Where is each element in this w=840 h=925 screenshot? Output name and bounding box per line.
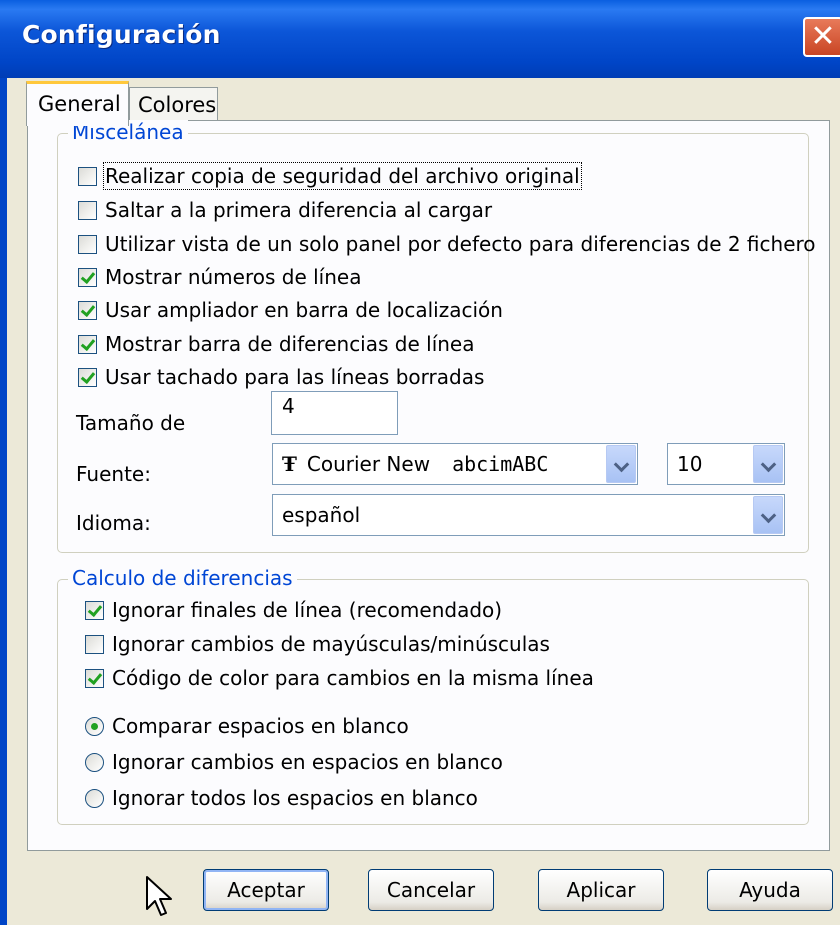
checkbox-ignore-eol[interactable]: Ignorar finales de línea (recomendado) [85, 598, 502, 622]
checkbox-strikethrough[interactable]: Usar tachado para las líneas borradas [78, 365, 484, 389]
radio-button[interactable] [85, 716, 104, 736]
diff-group-title: Calculo de diferencias [68, 566, 297, 590]
checkbox-box[interactable] [78, 166, 97, 186]
chevron-down-icon[interactable] [606, 445, 636, 483]
checkbox-magnifier[interactable]: Usar ampliador en barra de localización [78, 298, 503, 322]
radio-label: Ignorar todos los espacios en blanco [112, 786, 478, 810]
checkbox-label: Ignorar finales de línea (recomendado) [112, 598, 503, 622]
title-bar[interactable]: Configuración ✕ [0, 0, 840, 78]
font-label: Fuente: [76, 462, 151, 486]
radio-button[interactable] [85, 788, 104, 808]
checkbox-box[interactable] [78, 234, 97, 254]
diff-group: Calculo de diferencias Ignorar finales d… [57, 566, 809, 825]
language-label: Idioma: [76, 511, 151, 535]
checkbox-box[interactable] [78, 334, 97, 354]
close-button[interactable]: ✕ [803, 17, 840, 57]
radio-button[interactable] [85, 752, 104, 772]
checkbox-box[interactable] [78, 267, 97, 287]
tab-panel-general: Miscelánea Realizar copia de seguridad d… [27, 120, 830, 851]
settings-dialog: Configuración ✕ General Colores Miscelán… [0, 0, 840, 925]
checkbox-label: Utilizar vista de un solo panel por defe… [105, 232, 816, 256]
checkbox-box[interactable] [85, 600, 104, 620]
radio-ignore-all-whitespace[interactable]: Ignorar todos los espacios en blanco [85, 786, 478, 810]
ok-button[interactable]: Aceptar [203, 869, 329, 911]
font-sample: abcimABC [452, 452, 549, 476]
checkbox-label: Usar ampliador en barra de localización [105, 298, 503, 322]
checkbox-label: Saltar a la primera diferencia al cargar [105, 198, 493, 222]
misc-group: Miscelánea Realizar copia de seguridad d… [57, 120, 816, 553]
chevron-down-icon[interactable] [753, 445, 783, 483]
checkbox-label: Mostrar barra de diferencias de línea [105, 332, 475, 356]
tab-label: General [38, 92, 121, 116]
chevron-down-icon[interactable] [753, 496, 783, 534]
checkbox-label: Ignorar cambios de mayúsculas/minúsculas [112, 632, 550, 656]
cancel-button[interactable]: Cancelar [368, 869, 494, 911]
tab-size-label: Tamaño de [76, 411, 186, 435]
checkbox-box[interactable] [85, 668, 104, 688]
checkbox-box[interactable] [78, 300, 97, 320]
checkbox-ignore-case[interactable]: Ignorar cambios de mayúsculas/minúsculas [85, 632, 550, 656]
language-value: español [282, 503, 361, 527]
checkbox-line-numbers[interactable]: Mostrar números de línea [78, 265, 361, 289]
font-size-select[interactable]: 10 [667, 443, 785, 485]
checkbox-box[interactable] [78, 200, 97, 220]
checkbox-single-pane[interactable]: Utilizar vista de un solo panel por defe… [78, 232, 816, 256]
font-select-value: Ŧ Courier New abcimABC [282, 452, 548, 476]
window-title: Configuración [22, 20, 221, 49]
radio-compare-whitespace[interactable]: Comparar espacios en blanco [85, 714, 409, 738]
checkbox-label: Mostrar números de línea [105, 265, 362, 289]
font-name: Courier New [306, 452, 431, 476]
checkbox-box[interactable] [78, 367, 97, 387]
truetype-font-icon: Ŧ [282, 452, 297, 476]
radio-label: Ignorar cambios en espacios en blanco [112, 750, 503, 774]
font-size-value: 10 [677, 452, 703, 476]
checkbox-diff-bar[interactable]: Mostrar barra de diferencias de línea [78, 332, 474, 356]
close-icon: ✕ [810, 19, 836, 54]
apply-button[interactable]: Aplicar [538, 869, 664, 911]
checkbox-box[interactable] [85, 634, 104, 654]
font-select[interactable]: Ŧ Courier New abcimABC [272, 443, 638, 485]
checkbox-label: Realizar copia de seguridad del archivo … [103, 162, 582, 190]
tab-label: Colores [138, 93, 217, 117]
tab-size-input[interactable]: 4 [271, 391, 398, 435]
radio-ignore-whitespace-changes[interactable]: Ignorar cambios en espacios en blanco [85, 750, 503, 774]
checkbox-label: Usar tachado para las líneas borradas [105, 365, 485, 389]
checkbox-label: Código de color para cambios en la misma… [112, 666, 594, 690]
tab-general[interactable]: General [26, 81, 129, 126]
radio-label: Comparar espacios en blanco [112, 714, 409, 738]
help-button[interactable]: Ayuda [707, 869, 833, 911]
mouse-pointer-icon [146, 876, 172, 916]
window-border [0, 78, 7, 925]
language-select[interactable]: español [272, 494, 785, 536]
checkbox-backup[interactable]: Realizar copia de seguridad del archivo … [78, 162, 582, 190]
checkbox-jump-first-diff[interactable]: Saltar a la primera diferencia al cargar [78, 198, 492, 222]
checkbox-color-code[interactable]: Código de color para cambios en la misma… [85, 666, 594, 690]
